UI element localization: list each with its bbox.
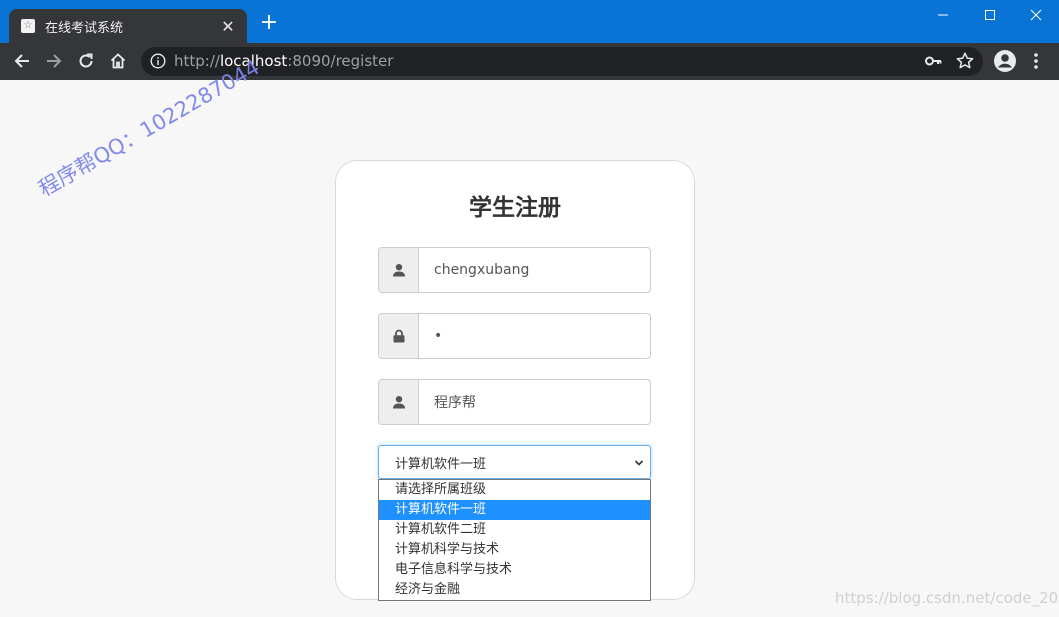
page-title: 学生注册 [469, 195, 561, 221]
account-icon[interactable] [993, 49, 1017, 73]
tab-close-icon[interactable]: ✕ [219, 17, 237, 36]
class-select[interactable]: 计算机软件一班 [378, 445, 651, 479]
home-icon[interactable] [107, 50, 129, 72]
class-option[interactable]: 经济与金融 [379, 580, 650, 600]
class-option[interactable]: 计算机软件二班 [379, 520, 650, 540]
csdn-watermark: https://blog.csdn.net/code_200 [835, 589, 1059, 607]
tab-title: 在线考试系统 [45, 20, 124, 36]
info-icon[interactable] [150, 53, 166, 69]
browser-tab[interactable]: ☆ 在线考试系统 ✕ [9, 9, 247, 43]
class-option-selected[interactable]: 计算机软件一班 [379, 500, 650, 520]
user-icon [379, 248, 419, 292]
class-dropdown-list: 请选择所属班级 计算机软件一班 计算机软件二班 计算机科学与技术 电子信息科学与… [378, 479, 651, 601]
menu-icon[interactable] [1029, 51, 1043, 71]
realname-field[interactable]: 程序帮 [378, 379, 651, 425]
url-path: :8090/register [287, 52, 394, 70]
minimize-icon[interactable] [929, 4, 957, 26]
maximize-icon[interactable] [976, 4, 1004, 26]
username-field[interactable]: chengxubang [378, 247, 651, 293]
new-tab-button[interactable]: + [258, 12, 280, 34]
class-option[interactable]: 请选择所属班级 [379, 480, 650, 500]
close-icon[interactable] [1022, 4, 1050, 26]
chevron-down-icon [634, 457, 644, 467]
class-select-value: 计算机软件一班 [395, 456, 487, 472]
username-input[interactable]: chengxubang [419, 248, 650, 292]
reload-icon[interactable] [75, 50, 97, 72]
forward-icon[interactable] [43, 50, 65, 72]
star-icon[interactable] [955, 51, 975, 71]
url-prefix: http:// [174, 52, 220, 70]
lock-icon [379, 314, 419, 358]
back-icon[interactable] [11, 50, 33, 72]
class-option[interactable]: 计算机科学与技术 [379, 540, 650, 560]
class-option[interactable]: 电子信息科学与技术 [379, 560, 650, 580]
password-field[interactable]: • [378, 313, 651, 359]
user-icon [379, 380, 419, 424]
password-input[interactable]: • [419, 314, 650, 358]
tab-favicon-icon: ☆ [21, 19, 35, 33]
realname-input[interactable]: 程序帮 [419, 380, 650, 424]
key-icon[interactable] [924, 52, 942, 70]
url-text[interactable]: http://localhost:8090/register [174, 52, 393, 70]
